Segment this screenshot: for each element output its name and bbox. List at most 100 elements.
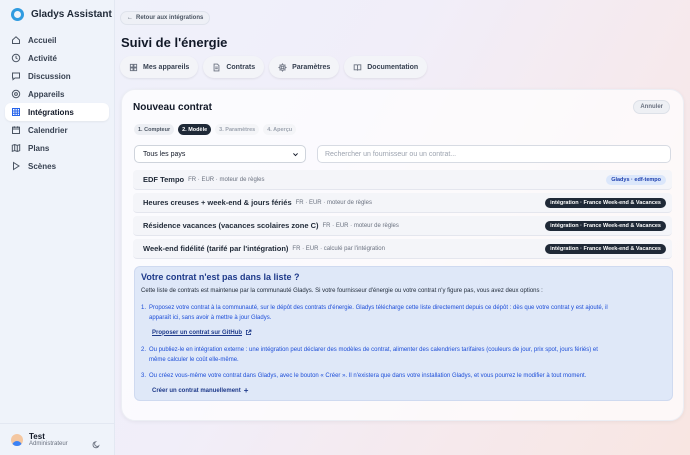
info-intro: Cette liste de contrats est maintenue pa… [141, 288, 543, 294]
list-item[interactable]: Heures creuses + week-end & jours fériés… [133, 193, 672, 213]
info-title: Votre contrat n'est pas dans la liste ? [141, 272, 300, 282]
page-title: Suivi de l'énergie [121, 35, 228, 50]
gladys-logo-icon [11, 8, 24, 21]
sidebar: Gladys Assistant Accueil Activité Discus… [0, 0, 115, 455]
back-button-label: Retour aux intégrations [136, 15, 204, 21]
sidebar-item-label: Calendrier [28, 125, 68, 135]
wizard-steps: 1. Compteur 2. Modèle 3. Paramètres 4. A… [134, 124, 297, 135]
sidebar-item-label: Intégrations [28, 107, 74, 117]
contract-meta: FR · EUR · moteur de règles [322, 222, 399, 229]
chevron-down-icon [293, 153, 298, 157]
option-text: Proposez votre contrat à la communauté, … [149, 305, 608, 311]
list-item[interactable]: Résidence vacances (vacances scolaires z… [133, 216, 672, 236]
sidebar-item-discussion[interactable]: Discussion [5, 67, 109, 85]
sidebar-item-label: Activité [28, 53, 57, 63]
chat-icon [11, 71, 21, 81]
option-create-manually: 3. Ou créez vous-même votre contrat dans … [141, 371, 665, 381]
step-modele[interactable]: 2. Modèle [178, 124, 212, 135]
calendar-icon [11, 125, 21, 135]
step-compteur[interactable]: 1. Compteur [134, 124, 175, 135]
document-icon [213, 63, 220, 71]
user-role: Administrateur [29, 441, 68, 447]
brand[interactable]: Gladys Assistant [11, 8, 112, 21]
plus-icon: + [243, 386, 249, 395]
integration-tabs: Mes appareils Contrats Paramètres Docume… [120, 56, 428, 78]
sidebar-item-label: Discussion [28, 71, 71, 81]
wifi-icon [11, 89, 21, 99]
missing-contract-info: Votre contrat n'est pas dans la liste ? … [134, 266, 673, 401]
github-link-label: Proposer un contrat sur GitHub [152, 329, 243, 336]
tab-documentation[interactable]: Documentation [344, 56, 428, 78]
settings-icon [278, 62, 287, 72]
sidebar-item-label: Appareils [28, 89, 65, 99]
step-apercu: 4. Aperçu [263, 124, 297, 135]
option-community: 1. Proposez votre contrat à la communauté… [141, 303, 665, 323]
tab-mes-appareils[interactable]: Mes appareils [120, 56, 199, 78]
option-text-cont: même calculer le coût elle-même. [149, 357, 239, 363]
sidebar-item-plans[interactable]: Plans [5, 139, 109, 157]
contract-meta: FR · EUR · calculé par l'intégration [292, 245, 385, 252]
home-icon [11, 35, 21, 45]
option-text: Ou publiez-le en intégration externe : u… [149, 347, 598, 353]
option-number: 1. [141, 305, 147, 311]
sidebar-item-integrations[interactable]: Intégrations [5, 103, 109, 121]
contract-meta: FR · EUR · moteur de règles [188, 176, 265, 183]
option-text: Ou créez vous-même votre contrat dans Gl… [149, 373, 587, 379]
grid-icon [11, 107, 21, 117]
option-number: 3. [141, 373, 147, 379]
devices-icon [129, 63, 138, 71]
option-number: 2. [141, 347, 147, 353]
sidebar-item-label: Plans [28, 143, 50, 153]
sidebar-item-activite[interactable]: Activité [5, 49, 109, 67]
create-link-label: Créer un contrat manuellement [152, 387, 241, 394]
list-item[interactable]: EDF Tempo FR · EUR · moteur de règles Gl… [133, 170, 672, 190]
search-input[interactable]: Rechercher un fournisseur ou un contrat.… [317, 145, 671, 163]
sidebar-item-scenes[interactable]: Scènes [5, 157, 109, 175]
play-icon [11, 161, 21, 171]
contract-name: EDF Tempo [143, 175, 185, 184]
sidebar-item-calendrier[interactable]: Calendrier [5, 121, 109, 139]
create-contract-link[interactable]: Créer un contrat manuellement + [152, 386, 248, 395]
source-badge: Gladys · edf-tempo [606, 175, 666, 185]
tab-label: Documentation [367, 63, 419, 71]
external-link-icon [245, 329, 252, 336]
user-info: Test Administrateur [29, 432, 68, 447]
step-parametres: 3. Paramètres [215, 124, 260, 135]
moon-icon[interactable] [92, 436, 101, 449]
tab-parametres[interactable]: Paramètres [269, 56, 340, 78]
cancel-button[interactable]: Annuler [633, 100, 670, 114]
list-item[interactable]: Week-end fidélité (tarifé par l'intégrat… [133, 239, 672, 259]
country-select[interactable]: Tous les pays [134, 145, 306, 163]
app-name: Gladys Assistant [31, 9, 112, 20]
tab-label: Contrats [226, 63, 256, 71]
new-contract-card: Nouveau contrat Annuler 1. Compteur 2. M… [121, 89, 684, 421]
contract-meta: FR · EUR · moteur de règles [295, 199, 372, 206]
tab-label: Paramètres [292, 63, 331, 71]
sidebar-item-accueil[interactable]: Accueil [5, 31, 109, 49]
card-title: Nouveau contrat [133, 102, 212, 113]
option-text-cont: apparaît ici, sans avoir à mettre à jour… [149, 315, 272, 321]
user-name: Test [29, 432, 45, 441]
arrow-left-icon: ← [127, 15, 133, 21]
contract-name: Résidence vacances (vacances scolaires z… [143, 221, 319, 230]
source-badge: intégration · France Week-end & Vacances [545, 221, 666, 231]
source-badge: intégration · France Week-end & Vacances [545, 198, 666, 208]
tab-label: Mes appareils [143, 63, 190, 71]
back-button[interactable]: ← Retour aux intégrations [120, 11, 211, 25]
contract-name: Heures creuses + week-end & jours fériés [143, 198, 292, 207]
contract-name: Week-end fidélité (tarifé par l'intégrat… [143, 244, 289, 253]
clock-icon [11, 53, 21, 63]
option-external-integration: 2. Ou publiez-le en intégration externe :… [141, 345, 665, 365]
tab-contrats[interactable]: Contrats [203, 56, 265, 78]
book-icon [353, 63, 362, 71]
github-link[interactable]: Proposer un contrat sur GitHub [152, 329, 252, 336]
user-panel[interactable]: Test Administrateur [0, 423, 115, 455]
map-icon [11, 143, 21, 153]
sidebar-item-label: Accueil [28, 35, 57, 45]
source-badge: intégration · France Week-end & Vacances [545, 244, 666, 254]
country-select-value: Tous les pays [143, 150, 186, 158]
sidebar-item-appareils[interactable]: Appareils [5, 85, 109, 103]
sidebar-item-label: Scènes [28, 161, 57, 171]
search-placeholder: Rechercher un fournisseur ou un contrat.… [325, 150, 457, 158]
avatar [11, 433, 23, 446]
